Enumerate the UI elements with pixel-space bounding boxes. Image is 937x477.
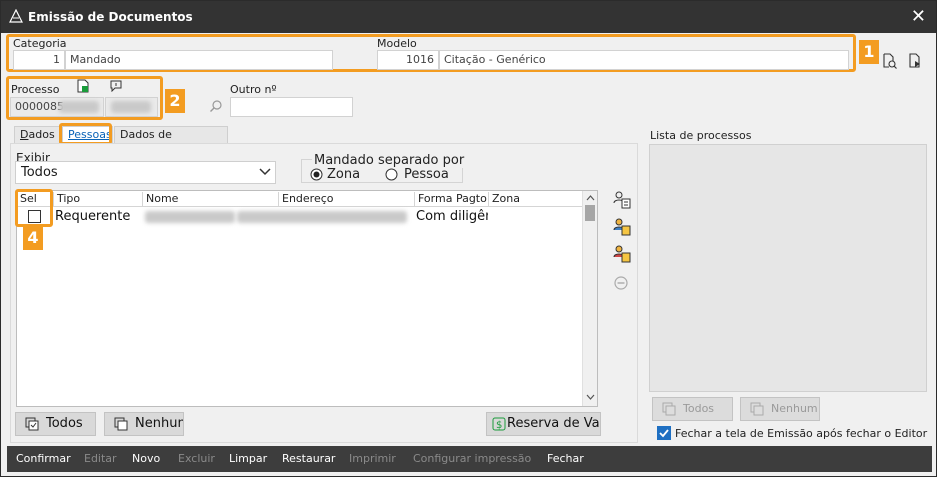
close-icon[interactable]: ✕ [911,6,926,27]
emission-window: Emissão de Documentos ✕ Categoria 1 Mand… [0,0,937,477]
select-none-icon [114,417,128,431]
search-model-icon[interactable] [881,53,897,69]
person-documents-icon[interactable] [612,244,632,264]
exibir-value: Todos [21,165,58,180]
scroll-down-icon[interactable] [586,394,595,401]
grid-scrollbar[interactable] [582,191,597,406]
lista-label: Lista de processos [650,129,752,142]
mandado-label: Mandado separado por [312,153,467,168]
modelo-code-field[interactable]: 1016 [377,50,439,70]
grid-header-zona[interactable]: Zona [488,192,520,206]
highlight-box-4 [15,189,53,227]
grid-header-endereco[interactable]: Endereço [278,192,334,206]
chevron-down-icon [259,168,271,176]
select-all-button[interactable]: Todos [15,412,96,436]
svg-text:$: $ [496,420,502,431]
categoria-value-field[interactable]: Mandado [65,50,333,70]
bottom-toolbar: Confirmar Editar Novo Excluir Limpar Res… [7,446,932,472]
edit-person-icon[interactable] [612,217,632,237]
annotation-badge-4: 4 [23,226,43,250]
radio-zona[interactable] [310,168,323,181]
radio-pessoa-label: Pessoa [404,167,449,182]
scroll-up-icon[interactable] [586,194,595,201]
scroll-thumb[interactable] [585,205,595,221]
imprimir-button[interactable]: Imprimir [349,452,396,465]
remove-icon[interactable] [612,274,632,294]
confirmar-button[interactable]: Confirmar [16,452,71,465]
lista-nenhum-button[interactable]: Nenhum [740,397,820,421]
select-all-icon [25,417,39,431]
add-person-icon[interactable] [612,190,632,210]
radio-pessoa[interactable] [385,168,398,181]
novo-button[interactable]: Novo [132,452,160,465]
lista-processos-box[interactable] [649,144,927,392]
window-title: Emissão de Documentos [28,10,193,24]
app-logo-icon [9,9,23,23]
row-endereco-redacted [237,211,407,223]
radio-zona-label: Zona [327,167,361,182]
tab-dados[interactable]: Dados [14,126,60,144]
fechar-button[interactable]: Fechar [547,452,584,465]
row-tipo: Requerente [55,209,131,224]
fechar-editor-label[interactable]: Fechar a tela de Emissão após fechar o E… [675,427,927,440]
categoria-label: Categoria [13,37,67,50]
editar-button[interactable]: Editar [84,452,117,465]
grid-header: Sel Tipo Nome Endereço Forma Pagto Zona [17,191,582,207]
processo-redacted-part [59,101,99,113]
highlight-box-3 [59,123,112,145]
processo-suffix-redacted [111,101,151,113]
annotation-badge-1: 1 [859,40,879,64]
row-forma: Com diligên [416,209,488,224]
limpar-button[interactable]: Limpar [229,452,267,465]
tab-dados-de-mandados[interactable]: Dados de Mandados [114,126,228,157]
modelo-value-field[interactable]: Citação - Genérico [439,50,849,70]
lista-todos-button[interactable]: Todos [652,397,733,421]
select-all-label: Todos [46,416,83,431]
exibir-select[interactable]: Todos [15,161,276,184]
preview-model-icon[interactable] [907,53,923,69]
lista-todos-label: Todos [683,402,715,415]
select-none-label: Nenhum [135,416,183,431]
comment-icon[interactable] [110,80,122,92]
money-icon: $ [492,417,506,431]
grid-header-nome[interactable]: Nome [142,192,178,206]
annotation-badge-2: 2 [165,89,185,113]
outro-field[interactable] [230,97,353,117]
select-all-icon [662,402,676,416]
categoria-code-field[interactable]: 1 [13,50,65,70]
select-none-icon [750,402,764,416]
modelo-label: Modelo [377,37,417,50]
title-bar: Emissão de Documentos ✕ [1,1,936,33]
reserva-valor-label: Reserva de Valor [507,416,600,431]
pessoas-grid: Sel Tipo Nome Endereço Forma Pagto Zona … [16,190,598,407]
row-nome-redacted [145,211,235,223]
document-new-icon[interactable] [77,79,90,93]
select-none-button[interactable]: Nenhum [104,412,184,436]
configurar-impressao-button[interactable]: Configurar impressão [413,452,531,465]
grid-header-forma[interactable]: Forma Pagto [414,192,487,206]
processo-label: Processo [11,83,60,96]
restaurar-button[interactable]: Restaurar [282,452,335,465]
reserva-valor-button[interactable]: $ Reserva de Valor [486,412,601,436]
excluir-button[interactable]: Excluir [178,452,215,465]
tab-dados-rest: ados [28,128,55,141]
search-icon[interactable] [209,99,223,113]
outro-label: Outro nº [230,83,277,96]
lista-nenhum-label: Nenhum [771,402,818,415]
fechar-editor-checkbox[interactable] [657,426,671,440]
grid-header-tipo[interactable]: Tipo [53,192,80,206]
